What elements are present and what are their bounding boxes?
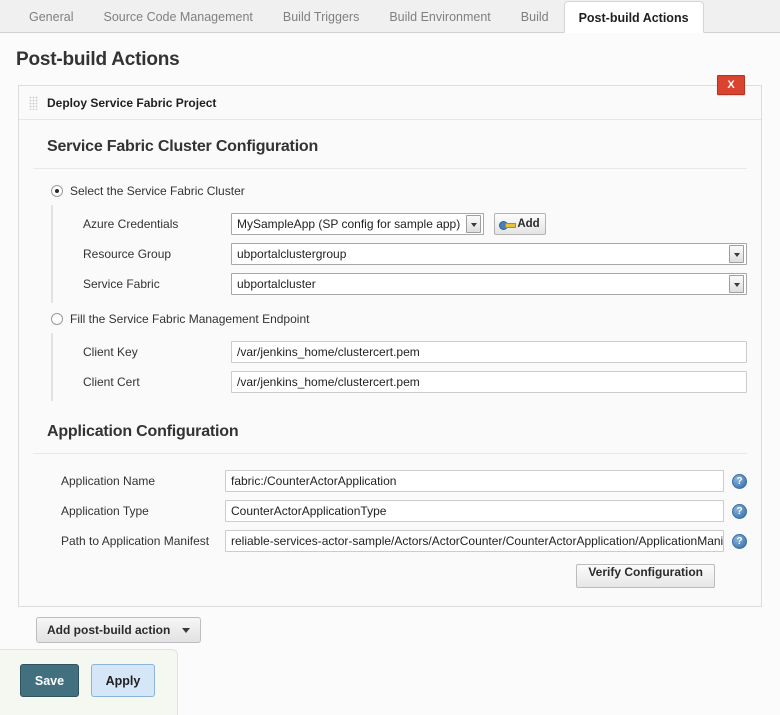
service-fabric-label: Service Fabric <box>53 277 231 291</box>
save-button[interactable]: Save <box>20 664 79 697</box>
radio-select-cluster-label: Select the Service Fabric Cluster <box>70 184 245 198</box>
tab-build[interactable]: Build <box>506 0 564 32</box>
select-cluster-fields: Azure Credentials MySampleApp (SP config… <box>51 205 747 303</box>
panel-header: Deploy Service Fabric Project <box>19 86 761 120</box>
application-name-label: Application Name <box>33 474 225 488</box>
help-icon[interactable]: ? <box>732 534 747 549</box>
resource-group-select[interactable]: ubportalclustergroup <box>231 243 747 265</box>
client-key-input[interactable]: /var/jenkins_home/clustercert.pem <box>231 341 747 363</box>
chevron-down-icon[interactable] <box>466 215 481 233</box>
add-credentials-button[interactable]: Add <box>494 213 546 235</box>
resource-group-row: Resource Group ubportalclustergroup <box>53 239 747 269</box>
key-icon <box>499 219 514 230</box>
chevron-down-icon[interactable] <box>729 245 744 263</box>
option-select-cluster-row[interactable]: Select the Service Fabric Cluster <box>33 181 747 201</box>
service-fabric-select[interactable]: ubportalcluster <box>231 273 747 295</box>
azure-credentials-value: MySampleApp (SP config for sample app) <box>237 217 460 231</box>
fill-endpoint-fields: Client Key /var/jenkins_home/clustercert… <box>51 333 747 401</box>
radio-select-cluster[interactable] <box>51 185 63 197</box>
apply-button[interactable]: Apply <box>91 664 155 697</box>
resource-group-label: Resource Group <box>53 247 231 261</box>
application-name-input[interactable]: fabric:/CounterActorApplication <box>225 470 724 492</box>
tab-post-build-actions[interactable]: Post-build Actions <box>564 1 704 33</box>
post-build-panel-wrap: X Deploy Service Fabric Project Service … <box>0 85 780 643</box>
add-post-build-action-label: Add post-build action <box>47 623 170 637</box>
application-name-row: Application Name fabric:/CounterActorApp… <box>33 466 747 496</box>
tab-general[interactable]: General <box>14 0 88 32</box>
manifest-path-row: Path to Application Manifest reliable-se… <box>33 526 747 556</box>
service-fabric-value: ubportalcluster <box>237 277 316 291</box>
post-build-actions-page: Post-build Actions X Deploy Service Fabr… <box>0 33 780 715</box>
tab-build-environment[interactable]: Build Environment <box>374 0 505 32</box>
application-type-input[interactable]: CounterActorApplicationType <box>225 500 724 522</box>
client-cert-input[interactable]: /var/jenkins_home/clustercert.pem <box>231 371 747 393</box>
azure-credentials-select[interactable]: MySampleApp (SP config for sample app) <box>231 213 484 235</box>
resource-group-value: ubportalclustergroup <box>237 247 346 261</box>
help-icon[interactable]: ? <box>732 504 747 519</box>
azure-credentials-row: Azure Credentials MySampleApp (SP config… <box>53 209 747 239</box>
drag-handle-icon[interactable] <box>29 96 38 110</box>
form-action-bar: Save Apply <box>0 649 178 715</box>
add-credentials-label: Add <box>517 218 539 230</box>
add-post-build-action-row: Add post-build action <box>18 607 762 643</box>
option-fill-endpoint-row[interactable]: Fill the Service Fabric Management Endpo… <box>33 309 747 329</box>
client-cert-row: Client Cert /var/jenkins_home/clustercer… <box>53 367 747 397</box>
service-fabric-row: Service Fabric ubportalcluster <box>53 269 747 299</box>
manifest-path-label: Path to Application Manifest <box>33 534 225 548</box>
application-type-label: Application Type <box>33 504 225 518</box>
radio-fill-endpoint-label: Fill the Service Fabric Management Endpo… <box>70 312 309 326</box>
cluster-section-title: Service Fabric Cluster Configuration <box>33 130 747 169</box>
client-key-row: Client Key /var/jenkins_home/clustercert… <box>53 337 747 367</box>
panel-title: Deploy Service Fabric Project <box>47 96 216 110</box>
app-section-title: Application Configuration <box>33 415 747 454</box>
add-post-build-action-button[interactable]: Add post-build action <box>36 617 201 643</box>
config-tab-bar: General Source Code Management Build Tri… <box>0 0 780 33</box>
client-key-label: Client Key <box>53 345 231 359</box>
client-cert-label: Client Cert <box>53 375 231 389</box>
panel-body: Service Fabric Cluster Configuration Sel… <box>19 120 761 606</box>
deploy-service-fabric-panel: X Deploy Service Fabric Project Service … <box>18 85 762 607</box>
chevron-down-icon[interactable] <box>729 275 744 293</box>
azure-credentials-label: Azure Credentials <box>53 217 231 231</box>
application-type-row: Application Type CounterActorApplication… <box>33 496 747 526</box>
manifest-path-input[interactable]: reliable-services-actor-sample/Actors/Ac… <box>225 530 724 552</box>
help-icon[interactable]: ? <box>732 474 747 489</box>
tab-source-code-management[interactable]: Source Code Management <box>88 0 267 32</box>
chevron-down-icon <box>182 628 190 633</box>
verify-configuration-button[interactable]: Verify Configuration <box>576 564 715 588</box>
close-panel-button[interactable]: X <box>717 75 745 95</box>
verify-row: Verify Configuration <box>33 556 747 592</box>
radio-fill-endpoint[interactable] <box>51 313 63 325</box>
tab-build-triggers[interactable]: Build Triggers <box>268 0 374 32</box>
page-title: Post-build Actions <box>0 33 780 85</box>
